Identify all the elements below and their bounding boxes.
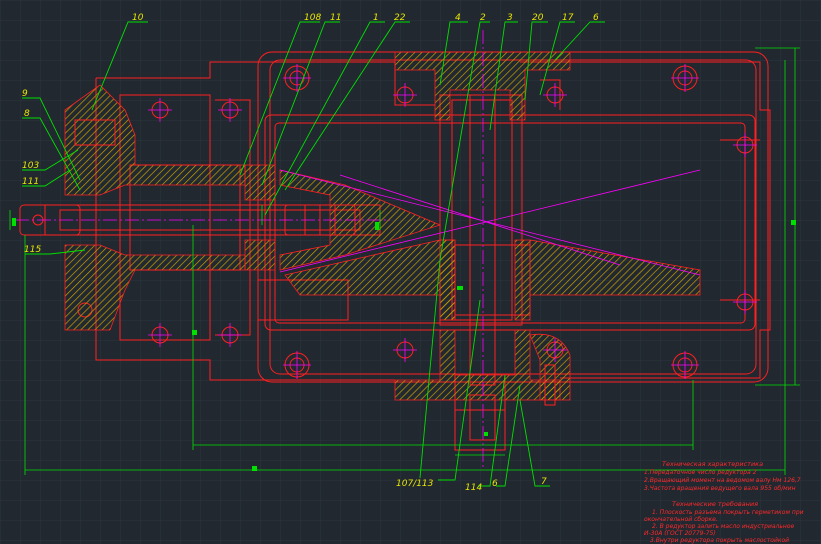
callout-4: 4 [455,13,461,23]
tech-req-line-4: И-30А (ГОСТ 20779-75) [644,530,716,537]
callout-9: 9 [22,89,28,99]
callout-2: 2 [480,13,486,23]
tech-char-line-3: 3.Частота вращения ведущего вала 955 об/… [644,485,796,492]
tech-req-line-1: 1. Плоскость разъема покрыть герметиком … [652,509,804,516]
callout-108: 108 [304,13,321,23]
callout-20: 20 [532,13,544,23]
tech-req-line-2: окончательной сборке. [644,516,718,523]
tech-char-title: Техническая характеристика [662,460,763,468]
tech-req-line-3: 2. В редуктор залить масло индустриально… [652,523,794,530]
callout-111: 111 [22,177,39,187]
callout-114: 114 [465,483,482,493]
callout-17: 17 [562,13,574,23]
callout-3: 3 [507,13,513,23]
callout-1: 1 [373,13,379,23]
callout-103: 103 [22,161,39,171]
callout-7: 7 [541,477,547,487]
callout-6-top: 6 [593,13,599,23]
tech-char-line-1: 1.Передаточное число редуктора 2 [644,469,757,476]
tech-char-line-2: 2.Вращающий момент на ведомом валу Нм 12… [644,477,801,484]
callout-10: 10 [132,13,144,23]
callout-107-113: 107/113 [396,479,434,489]
callout-11: 11 [330,13,341,23]
callout-115: 115 [24,245,41,255]
cad-drawing-canvas: 10 108 11 1 22 4 2 3 20 17 6 9 8 103 111… [0,0,821,544]
tech-req-title: Технические требования [672,500,758,508]
callout-6-bottom: 6 [492,479,498,489]
callout-8: 8 [24,109,30,119]
tech-req-line-5: 3.Внутри редуктора покрыть маслостойкой [650,537,789,544]
callout-22: 22 [394,13,406,23]
